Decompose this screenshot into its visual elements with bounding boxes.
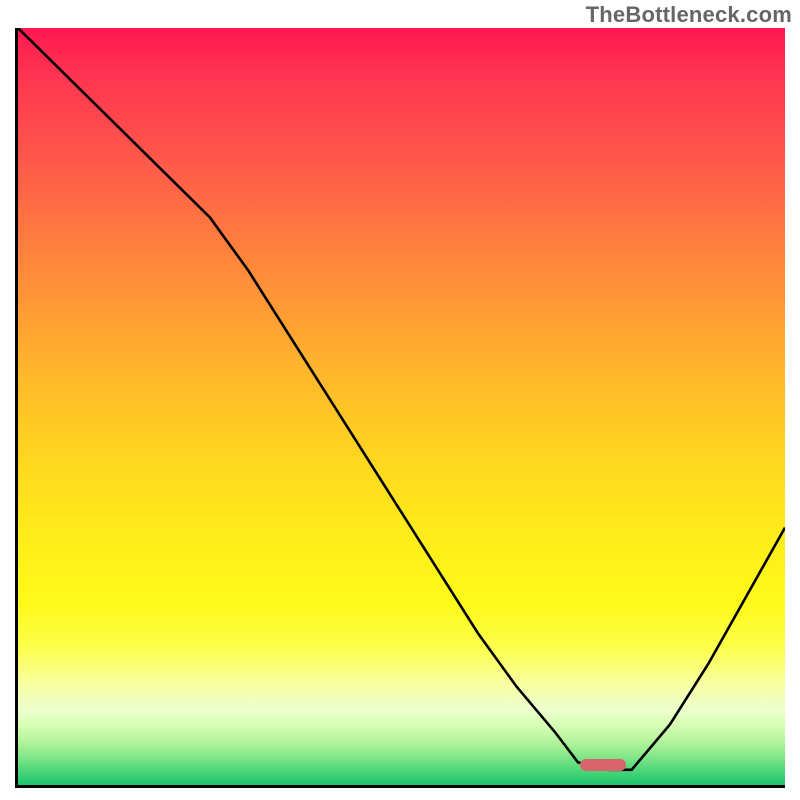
curve-svg — [18, 28, 785, 785]
data-curve — [18, 28, 785, 770]
chart-container: TheBottleneck.com — [0, 0, 800, 800]
plot-area — [15, 28, 785, 788]
watermark-text: TheBottleneck.com — [586, 2, 792, 28]
optimum-marker — [580, 759, 626, 771]
